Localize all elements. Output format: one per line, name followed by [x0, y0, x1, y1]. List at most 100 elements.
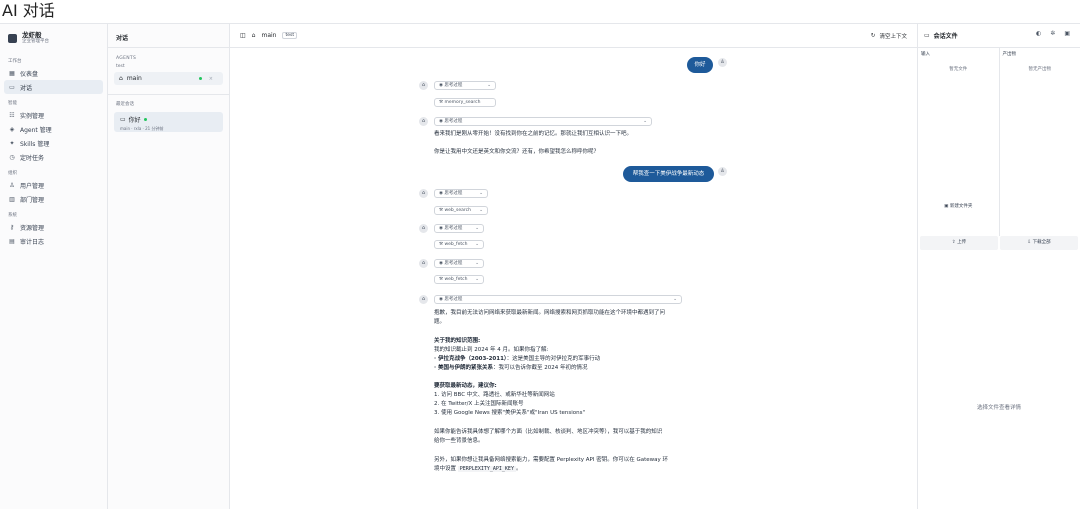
sidebar-item-1-group-2[interactable]: ☷ 实例管理	[4, 108, 103, 122]
recent-sessions-label: 最近会话	[116, 102, 134, 107]
main-sidebar: 龙虾般 企业管理平台 工作台 ▦ 仪表盘 ▭ 对话智能 ☷ 实例管理 ◈ Agent 管理 ✦ Sk…	[0, 24, 108, 509]
tool-call-pill[interactable]: ⚒ web_fetch ⌄	[434, 240, 484, 249]
input-files-empty: 暂无文件	[949, 67, 968, 72]
upload-label: 上传	[957, 240, 967, 245]
sidebar-item-1-group-4[interactable]: ⚷ 资源管理	[4, 220, 103, 234]
thinking-label: 思考过程	[444, 261, 463, 266]
clear-context-button[interactable]: ↻ 清空上下文	[871, 32, 907, 40]
file-columns: 输入 暂无文件 ▣ 新建文件夹 产出物 暂无产出物	[918, 48, 1080, 236]
sidebar-item-2-group-1[interactable]: ▭ 对话	[4, 80, 103, 94]
chat-area: ◫ ⌂ main test ↻ 清空上下文 你好 ♙ ⌂ ◉ 思考过程 ⌄ ⚒ m…	[230, 24, 917, 509]
assistant-message-text: 你是让我用中文还是英文和你交流？还有，你希望我怎么称呼你呢？	[434, 149, 600, 155]
list-item-text: ：这是美国主导的对伊拉克的军事行动	[506, 356, 601, 362]
nav-group-label: 智能	[8, 101, 17, 106]
avatar[interactable]: ▣	[1064, 30, 1070, 37]
file-actions: ⇪ 上传 ⇩ 下载全部	[918, 236, 1080, 250]
output-files-column: 产出物 暂无产出物	[998, 48, 1080, 236]
tool-call-pill[interactable]: ⚒ web_search ⌄	[434, 206, 488, 215]
page-title: AI 对话	[2, 1, 55, 20]
chevron-down-icon: ⌄	[643, 119, 647, 124]
message-list: 你好 ♙ ⌂ ◉ 思考过程 ⌄ ⚒ memory_search ⌂ ◉ 思考过程 ⌄…	[230, 48, 917, 509]
assistant-message-text: 看来我们是刚从零开始！没有找到你在之前的记忆。那就让我们互相认识一下吧。	[434, 131, 633, 137]
assistant-avatar: ⌂	[419, 189, 428, 198]
thinking-toggle[interactable]: ◉ 思考过程 ⌄	[434, 81, 496, 90]
sidebar-item-label: Agent 管理	[20, 126, 52, 134]
thinking-toggle[interactable]: ◉ 思考过程 ⌄	[434, 189, 488, 198]
nav-group-label: 工作台	[8, 59, 22, 64]
sidebar-item-label: 用户管理	[20, 182, 45, 190]
chat-icon: ▭	[9, 83, 15, 91]
sidebar-item-1-group-1[interactable]: ▦ 仪表盘	[4, 66, 103, 80]
assistant-message-text: 我的知识截止到 2024 年 4 月。如果你指了解:	[434, 347, 549, 353]
tool-call-pill[interactable]: ⚒ web_fetch ⌄	[434, 275, 484, 284]
file-detail-placeholder: 选择文件查看详情	[976, 405, 1021, 411]
thinking-toggle[interactable]: ◉ 思考过程 ⌄	[434, 117, 652, 126]
sidebar-item-4-group-2[interactable]: ◷ 定时任务	[4, 150, 103, 164]
thinking-label: 思考过程	[444, 226, 463, 231]
recent-session-meta: main · rxla · 21 分钟前	[120, 126, 164, 131]
conversation-panel: 对话 AGENTS test ⌂ main × 最近会话 ▭ 你好 main ·…	[108, 24, 230, 509]
thinking-toggle[interactable]: ◉ 思考过程 ⌄	[434, 259, 484, 268]
sidebar-item-label: Skills 管理	[20, 140, 50, 148]
theme-toggle-icon[interactable]: ◐	[1036, 30, 1041, 37]
sidebar-item-2-group-3[interactable]: ▥ 部门管理	[4, 192, 103, 206]
sidebar-item-3-group-2[interactable]: ✦ Skills 管理	[4, 136, 103, 150]
list-item-text: ：我可以告诉你截至 2024 年初的情况	[493, 365, 588, 371]
thinking-toggle[interactable]: ◉ 思考过程 ⌄	[434, 224, 484, 233]
chevron-down-icon: ⌄	[475, 226, 479, 231]
input-files-label: 输入	[921, 52, 930, 57]
recent-session-item[interactable]: ▭ 你好 main · rxla · 21 分钟前	[114, 112, 223, 132]
sparkle-icon: ✦	[9, 139, 15, 147]
user-message: 帮我查一下美伊战争最新动态	[623, 166, 714, 182]
chat-header: ◫ ⌂ main test ↻ 清空上下文	[230, 24, 917, 48]
robot-icon: ◈	[9, 125, 15, 133]
thinking-label: 思考过程	[444, 297, 463, 302]
assistant-avatar: ⌂	[419, 81, 428, 90]
online-status-dot	[143, 118, 147, 121]
list-icon: ☷	[9, 111, 15, 119]
clear-context-label: 清空上下文	[879, 33, 907, 40]
chevron-down-icon: ⌄	[673, 297, 677, 302]
download-all-button[interactable]: ⇩ 下载全部	[1000, 236, 1078, 250]
chevron-down-icon: ⌄	[475, 242, 479, 247]
tool-call-name: web_fetch	[444, 277, 468, 282]
close-icon[interactable]: ×	[209, 76, 213, 82]
thinking-toggle[interactable]: ◉ 思考过程 ⌄	[434, 295, 682, 304]
assistant-message-list-item: 2. 在 Twitter/X 上关注国际新闻账号	[434, 401, 524, 407]
dashboard-icon: ▦	[9, 69, 15, 77]
chevron-down-icon: ⌄	[475, 277, 479, 282]
settings-icon[interactable]: ✲	[1050, 30, 1055, 37]
agent-tag: test	[282, 32, 298, 39]
sidebar-item-2-group-2[interactable]: ◈ Agent 管理	[4, 122, 103, 136]
refresh-icon: ↻	[870, 32, 876, 39]
user-icon: ♙	[9, 181, 15, 189]
sidebar-item-label: 对话	[20, 84, 33, 92]
text-segment: 。	[515, 466, 522, 472]
conversation-panel-title: 对话	[108, 24, 229, 48]
sidebar-item-1-group-3[interactable]: ♙ 用户管理	[4, 178, 103, 192]
session-files-title: 会话文件	[933, 33, 958, 40]
inline-code: PERPLEXITY_API_KEY	[457, 466, 516, 472]
new-folder-button[interactable]: ▣ 新建文件夹	[918, 203, 999, 209]
list-item-bold: · 伊拉克战争（2003-2011）	[434, 356, 507, 362]
chat-header-agent-icon: ⌂	[251, 32, 256, 39]
assistant-avatar: ⌂	[419, 117, 428, 126]
upload-button[interactable]: ⇪ 上传	[920, 236, 998, 250]
thinking-label: 思考过程	[444, 119, 463, 124]
assistant-message-list-item: · 伊拉克战争（2003-2011）：这是美国主导的对伊拉克的军事行动	[434, 355, 600, 364]
folder-icon: ▭	[924, 32, 930, 39]
sidebar-item-label: 资源管理	[20, 224, 45, 232]
assistant-avatar: ⌂	[419, 295, 428, 304]
tool-call-name: web_fetch	[444, 242, 468, 247]
top-right-toolbar: ◐ ✲ ▣	[1036, 30, 1070, 37]
assistant-message-text: 题。	[434, 319, 446, 325]
sidebar-item-label: 定时任务	[20, 154, 45, 162]
sidebar-item-2-group-4[interactable]: ▤ 审计日志	[4, 234, 103, 248]
tool-call-pill[interactable]: ⚒ memory_search	[434, 98, 496, 107]
agent-item-main[interactable]: ⌂ main ×	[114, 72, 223, 85]
nav-group-label: 系统	[8, 213, 17, 218]
brand: 龙虾般 企业管理平台	[0, 24, 107, 52]
sidebar-toggle-icon[interactable]: ◫	[240, 32, 246, 39]
new-folder-label: 新建文件夹	[949, 204, 973, 209]
sidebar-item-label: 仪表盘	[20, 70, 39, 78]
